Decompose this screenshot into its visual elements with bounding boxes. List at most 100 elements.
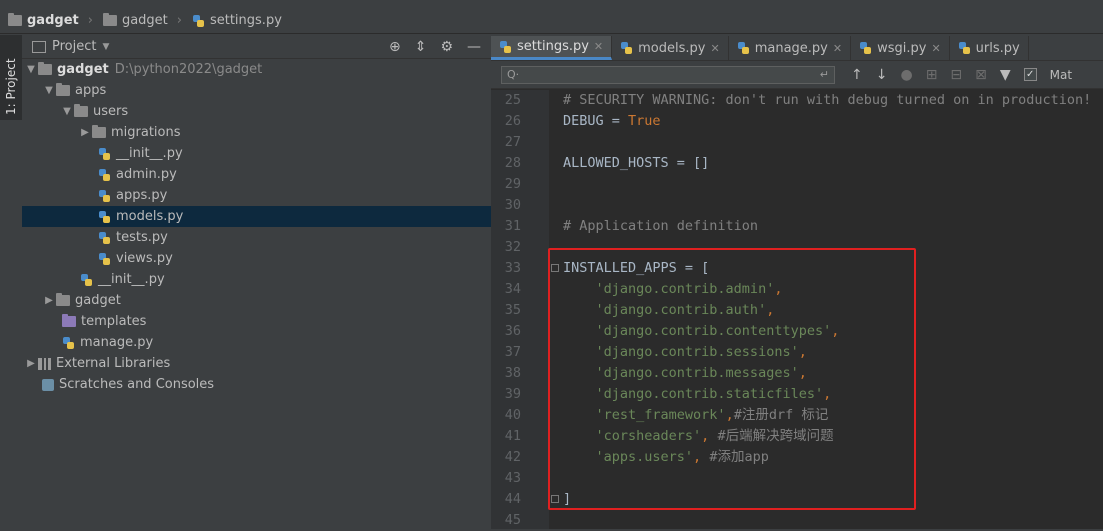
project-panel-header: Project ▼ ⊕ ⇕ ⚙ — bbox=[22, 35, 491, 59]
python-file-icon bbox=[98, 147, 111, 161]
line-number: 30 bbox=[504, 197, 521, 213]
tree-item-templates[interactable]: templates bbox=[22, 311, 491, 332]
tree-item-views[interactable]: views.py bbox=[22, 248, 491, 269]
tab-models-py[interactable]: models.py ✕ bbox=[612, 36, 729, 60]
find-all-icon[interactable]: ● bbox=[900, 67, 912, 83]
line-number: 32 bbox=[504, 239, 521, 255]
tree-item-admin[interactable]: admin.py bbox=[22, 164, 491, 185]
tree-item-scratches[interactable]: Scratches and Consoles bbox=[22, 374, 491, 395]
tab-settings-py[interactable]: settings.py ✕ bbox=[491, 36, 613, 60]
python-file-icon bbox=[737, 41, 750, 55]
tree-item-migrations[interactable]: ▶ migrations bbox=[22, 122, 491, 143]
line-number: 33 bbox=[504, 260, 521, 276]
chevron-right-icon: › bbox=[176, 13, 182, 28]
tree-item-users[interactable]: ▼ users bbox=[22, 101, 491, 122]
folder-icon bbox=[56, 293, 70, 306]
library-icon bbox=[38, 357, 51, 370]
project-panel: Project ▼ ⊕ ⇕ ⚙ — ▼ gadget D:\python2022… bbox=[22, 35, 491, 529]
add-selection-icon[interactable]: ⊞ bbox=[926, 67, 938, 83]
tree-item-models[interactable]: models.py bbox=[22, 206, 491, 227]
line-number: 39 bbox=[504, 386, 521, 402]
code-line[interactable]: 27 bbox=[491, 132, 1103, 153]
line-number: 25 bbox=[504, 92, 521, 108]
locate-icon[interactable]: ⊕ bbox=[389, 39, 401, 55]
line-number: 40 bbox=[504, 407, 521, 423]
tree-item-apps-init[interactable]: __init__.py bbox=[22, 269, 491, 290]
code-line[interactable]: 31 # Application definition bbox=[491, 216, 1103, 237]
collapsed-arrow-icon[interactable]: ▶ bbox=[78, 127, 92, 138]
gear-icon[interactable]: ⚙ bbox=[440, 39, 453, 55]
python-file-icon bbox=[98, 189, 111, 203]
code-text: # SECURITY WARNING: don't run with debug… bbox=[563, 92, 1092, 108]
expanded-arrow-icon[interactable]: ▼ bbox=[24, 64, 38, 75]
expanded-arrow-icon[interactable]: ▼ bbox=[60, 106, 74, 117]
line-number: 31 bbox=[504, 218, 521, 234]
python-file-icon bbox=[98, 252, 111, 266]
tree-item-manage[interactable]: manage.py bbox=[22, 332, 491, 353]
templates-folder-icon bbox=[62, 314, 76, 327]
code-line[interactable]: 28 ALLOWED_HOSTS = [] bbox=[491, 153, 1103, 174]
line-number: 34 bbox=[504, 281, 521, 297]
close-icon[interactable]: ✕ bbox=[710, 42, 719, 55]
remove-selection-icon[interactable]: ⊟ bbox=[950, 67, 962, 83]
line-number: 41 bbox=[504, 428, 521, 444]
collapsed-arrow-icon[interactable]: ▶ bbox=[42, 295, 56, 306]
code-line[interactable]: 30 bbox=[491, 195, 1103, 216]
search-input[interactable]: Q· ↵ bbox=[501, 65, 835, 84]
folder-icon bbox=[74, 104, 88, 117]
close-icon[interactable]: ✕ bbox=[931, 42, 940, 55]
tree-item-tests[interactable]: tests.py bbox=[22, 227, 491, 248]
python-file-icon bbox=[62, 336, 75, 350]
line-number: 26 bbox=[504, 113, 521, 129]
python-file-icon bbox=[620, 41, 633, 55]
tab-wsgi-py[interactable]: wsgi.py ✕ bbox=[851, 36, 950, 60]
previous-occurrence-icon[interactable]: ↑ bbox=[851, 67, 863, 83]
breadcrumb-file[interactable]: settings.py bbox=[192, 13, 282, 28]
tree-item-users-init[interactable]: __init__.py bbox=[22, 143, 491, 164]
collapse-all-icon[interactable]: ⇕ bbox=[415, 39, 427, 55]
python-file-icon bbox=[958, 41, 971, 55]
minimize-icon[interactable]: — bbox=[467, 39, 481, 55]
python-file-icon bbox=[80, 273, 93, 287]
code-line[interactable]: 45 bbox=[491, 510, 1103, 531]
top-toolbar-strip bbox=[0, 0, 1103, 8]
tab-manage-py[interactable]: manage.py ✕ bbox=[729, 36, 852, 60]
match-case-checkbox[interactable]: ✓ bbox=[1023, 68, 1037, 81]
line-number: 44 bbox=[504, 491, 521, 507]
tree-item-apps-py[interactable]: apps.py bbox=[22, 185, 491, 206]
expanded-arrow-icon[interactable]: ▼ bbox=[42, 85, 56, 96]
tree-item-gadget[interactable]: ▶ gadget bbox=[22, 290, 491, 311]
line-number: 43 bbox=[504, 470, 521, 486]
tree-item-external-libraries[interactable]: ▶ External Libraries bbox=[22, 353, 491, 374]
folder-icon bbox=[92, 125, 106, 138]
find-bar: Q· ↵ ↑ ↓ ● ⊞ ⊟ ⊠ ▼ ✓ Mat bbox=[491, 61, 1103, 89]
code-text: ALLOWED_HOSTS = [] bbox=[563, 155, 710, 171]
line-number: 29 bbox=[504, 176, 521, 192]
tree-item-root[interactable]: ▼ gadget D:\python2022\gadget bbox=[22, 59, 491, 80]
editor-tabs: settings.py ✕ models.py ✕ manage.py ✕ ws… bbox=[491, 35, 1103, 61]
close-icon[interactable]: ✕ bbox=[833, 42, 842, 55]
scratches-icon bbox=[42, 378, 54, 391]
breadcrumb-folder[interactable]: gadget › bbox=[102, 13, 182, 28]
tree-item-apps[interactable]: ▼ apps bbox=[22, 80, 491, 101]
code-line[interactable]: 25 # SECURITY WARNING: don't run with deb… bbox=[491, 90, 1103, 111]
collapsed-arrow-icon[interactable]: ▶ bbox=[24, 358, 38, 369]
code-text: DEBUG = True bbox=[563, 113, 661, 129]
project-tool-tab[interactable]: 1: Project bbox=[0, 35, 22, 120]
breadcrumb: gadget › gadget › settings.py bbox=[0, 8, 1103, 34]
select-all-icon[interactable]: ⊠ bbox=[975, 67, 987, 83]
filter-icon[interactable]: ▼ bbox=[1000, 67, 1011, 83]
python-file-icon bbox=[859, 41, 872, 55]
python-file-icon bbox=[499, 40, 512, 54]
next-occurrence-icon[interactable]: ↓ bbox=[876, 67, 888, 83]
python-file-icon bbox=[98, 210, 111, 224]
breadcrumb-project[interactable]: gadget › bbox=[8, 13, 93, 28]
code-line[interactable]: 26 DEBUG = True bbox=[491, 111, 1103, 132]
python-file-icon bbox=[98, 231, 111, 245]
tab-urls-py[interactable]: urls.py bbox=[950, 36, 1029, 60]
python-file-icon bbox=[98, 168, 111, 182]
line-number: 45 bbox=[504, 512, 521, 528]
code-line[interactable]: 29 bbox=[491, 174, 1103, 195]
chevron-down-icon[interactable]: ▼ bbox=[102, 42, 109, 52]
close-icon[interactable]: ✕ bbox=[594, 40, 603, 53]
